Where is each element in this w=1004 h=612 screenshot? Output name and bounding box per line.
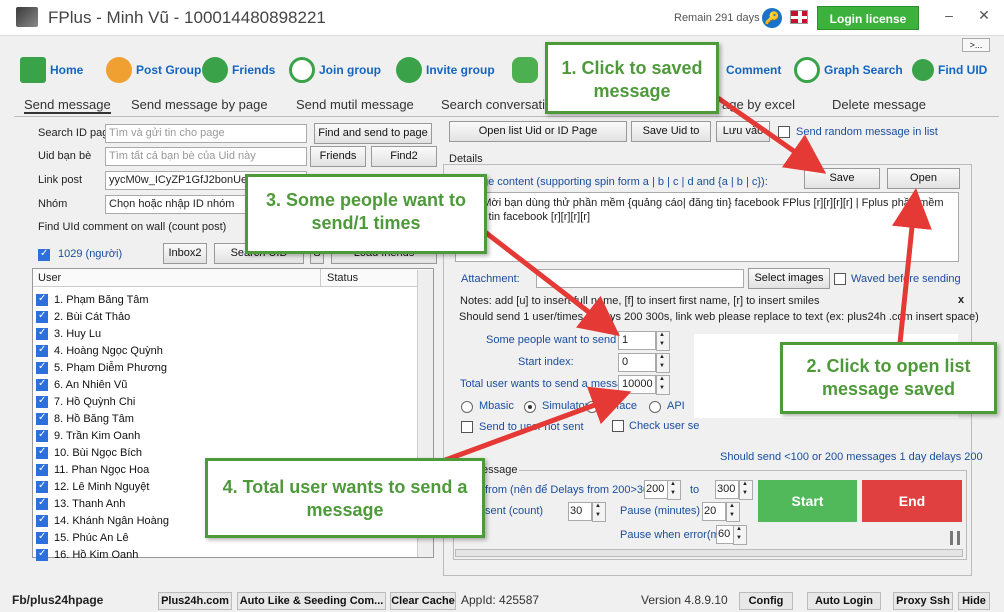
app-window: FPlus - Minh Vũ - 100014480898221 Remain…: [0, 0, 1004, 612]
callout-some-people: 3. Some people want to send/1 times: [245, 174, 487, 254]
callout-total-user: 4. Total user wants to send a message: [205, 458, 485, 538]
arrow-to-total-user: [439, 386, 632, 465]
annotation-arrows: [439, 95, 932, 465]
arrow-to-open: [892, 188, 932, 344]
callout-save-message: 1. Click to saved message: [545, 42, 719, 114]
arrow-to-some-people: [483, 230, 620, 337]
callout-open-list: 2. Click to open list message saved: [780, 342, 997, 414]
arrow-to-save: [716, 95, 827, 174]
